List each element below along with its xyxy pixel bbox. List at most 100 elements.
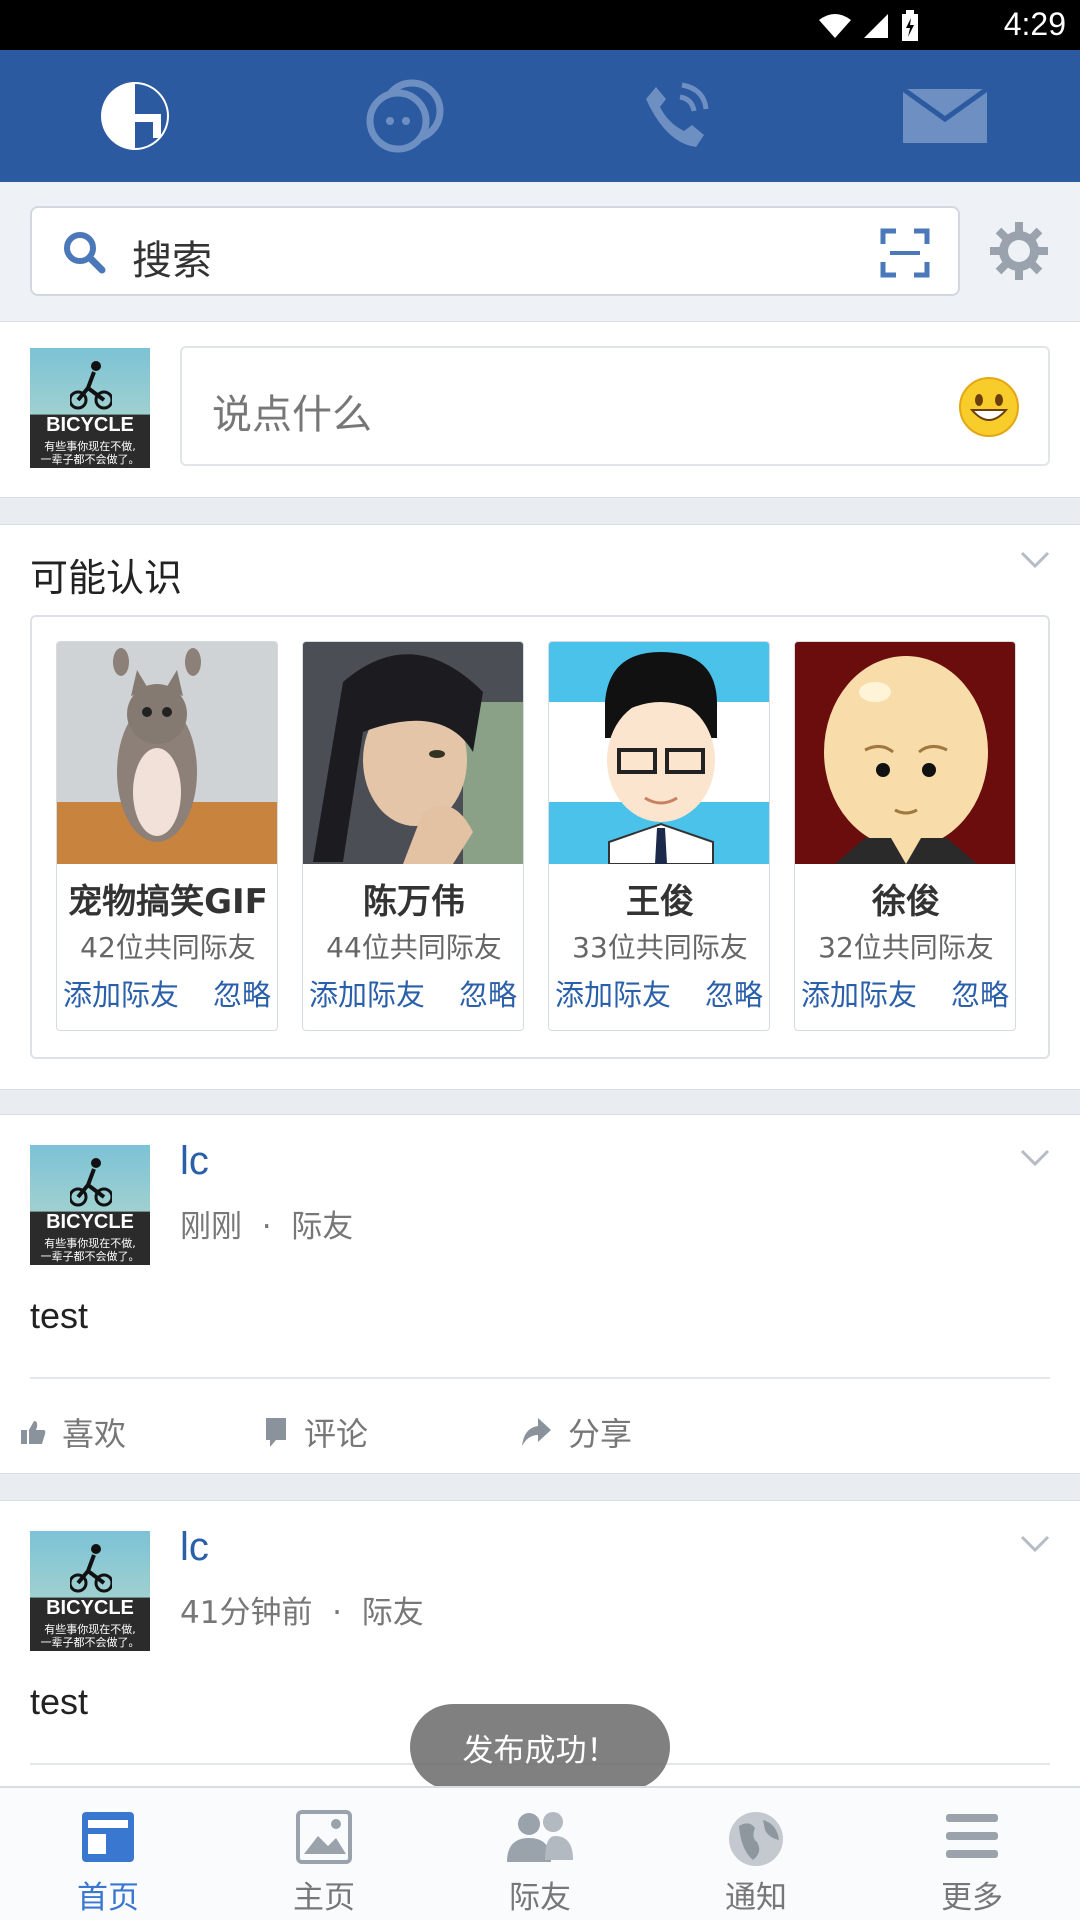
status-input[interactable]: 说点什么	[180, 346, 1050, 466]
post-content: test	[30, 1295, 89, 1336]
search-input[interactable]: 搜索	[30, 206, 960, 296]
person-photo	[303, 642, 523, 864]
nav-item-notifications[interactable]: 通知	[648, 1788, 864, 1920]
menu-icon	[946, 1814, 998, 1858]
add-friend-link[interactable]: 添加际友	[63, 972, 179, 1014]
photo-icon	[296, 1810, 352, 1864]
avatar-caption: 有些事你现在不做, 一辈子都不会做了。	[40, 1237, 140, 1263]
newsfeed-icon	[82, 1812, 134, 1862]
section-title: 可能认识	[30, 556, 183, 600]
suggestion-card[interactable]: 徐俊 32位共同际友 添加际友 忽略	[794, 641, 1016, 1031]
add-friend-link[interactable]: 添加际友	[555, 972, 671, 1014]
post-audience: 际友	[291, 1209, 354, 1245]
search-placeholder: 搜索	[132, 238, 212, 284]
search-icon	[64, 232, 106, 274]
share-arrow-icon	[522, 1418, 551, 1446]
nav-label: 通知	[725, 1880, 787, 1916]
avatar-caption: 有些事你现在不做, 一辈子都不会做了。	[40, 440, 140, 466]
suggestion-card[interactable]: 王俊 33位共同际友 添加际友 忽略	[548, 641, 770, 1031]
smiley-emoji-icon[interactable]	[958, 376, 1020, 438]
tab-mail[interactable]	[810, 50, 1080, 182]
status-bar: 4:29	[0, 0, 1080, 50]
search-bar-area: 搜索	[0, 182, 1080, 322]
post-audience: 际友	[361, 1595, 424, 1631]
mail-icon	[901, 87, 989, 143]
wifi-icon	[819, 14, 851, 38]
friends-icon	[507, 1812, 573, 1862]
battery-icon	[902, 10, 918, 41]
author-avatar[interactable]: BICYCLE 有些事你现在不做, 一辈子都不会做了。	[30, 1145, 150, 1265]
chevron-down-icon[interactable]	[1020, 1149, 1050, 1167]
like-button[interactable]: 喜欢	[20, 1409, 126, 1455]
tab-home-feed[interactable]	[0, 50, 270, 182]
nav-item-home[interactable]: 首页	[0, 1788, 216, 1920]
post-composer: BICYCLE 有些事你现在不做, 一辈子都不会做了。 说点什么	[0, 322, 1080, 498]
avatar-word: BICYCLE	[46, 1211, 134, 1233]
chevron-down-icon[interactable]	[1020, 551, 1050, 569]
status-icons	[818, 10, 920, 42]
mutual-friends: 33位共同际友	[572, 931, 748, 964]
thumbs-up-icon	[21, 1421, 46, 1444]
comment-button[interactable]: 评论	[264, 1409, 368, 1455]
author-avatar[interactable]: BICYCLE 有些事你现在不做, 一辈子都不会做了。	[30, 1531, 150, 1651]
nav-item-more[interactable]: 更多	[864, 1788, 1080, 1920]
post-meta: 41分钟前 · 际友	[180, 1595, 424, 1631]
ignore-link[interactable]: 忽略	[705, 972, 763, 1014]
phone-call-icon	[646, 82, 709, 147]
post-time: 41分钟前	[180, 1595, 313, 1631]
nav-label: 首页	[77, 1880, 139, 1916]
chevron-down-icon[interactable]	[1020, 1535, 1050, 1553]
post-actions: 喜欢 评论 分享	[0, 1379, 1080, 1479]
chat-bubbles-icon	[366, 79, 444, 153]
cat-photo	[57, 642, 277, 864]
comment-icon	[266, 1418, 286, 1447]
person-name: 徐俊	[872, 882, 940, 922]
ignore-link[interactable]: 忽略	[213, 972, 271, 1014]
globe-icon	[729, 1812, 783, 1866]
feed-post: BICYCLE 有些事你现在不做, 一辈子都不会做了。 lc 刚刚 · 际友 te…	[0, 1114, 1080, 1474]
mutual-friends: 32位共同际友	[818, 931, 994, 964]
person-name: 陈万伟	[363, 882, 465, 922]
toast-message: 发布成功！	[410, 1704, 670, 1790]
post-author[interactable]: lc	[180, 1525, 209, 1570]
qr-scan-icon[interactable]	[880, 228, 930, 278]
suggestion-cards: 宠物搞笑GIF 42位共同际友 添加际友 忽略 陈万伟 44位共同际友 添加际友…	[30, 615, 1050, 1059]
tab-calls[interactable]	[540, 50, 810, 182]
signal-icon	[864, 14, 888, 38]
ignore-link[interactable]: 忽略	[951, 972, 1009, 1014]
status-placeholder: 说点什么	[212, 392, 372, 438]
person-name: 王俊	[626, 882, 694, 922]
monk-cartoon-photo	[795, 642, 1015, 864]
add-friend-link[interactable]: 添加际友	[309, 972, 425, 1014]
add-friend-link[interactable]: 添加际友	[801, 972, 917, 1014]
avatar-caption: 有些事你现在不做, 一辈子都不会做了。	[40, 1623, 140, 1649]
share-button[interactable]: 分享	[520, 1409, 632, 1455]
post-author[interactable]: lc	[180, 1139, 209, 1184]
tab-messages[interactable]	[270, 50, 540, 182]
share-label: 分享	[568, 1415, 633, 1453]
nav-label: 际友	[509, 1880, 571, 1916]
comment-label: 评论	[304, 1415, 369, 1453]
post-meta: 刚刚 · 际友	[180, 1209, 354, 1245]
avatar[interactable]: BICYCLE 有些事你现在不做, 一辈子都不会做了。	[30, 348, 150, 468]
suggestion-card[interactable]: 陈万伟 44位共同际友 添加际友 忽略	[302, 641, 524, 1031]
ignore-link[interactable]: 忽略	[459, 972, 517, 1014]
people-you-may-know: 可能认识 宠物搞笑GIF 42位共同际友 添加际友 忽略 陈万伟 44位共同际友…	[0, 524, 1080, 1090]
post-content: test	[30, 1681, 89, 1722]
bottom-nav: 首页 主页 际友 通知 更多	[0, 1786, 1080, 1920]
like-label: 喜欢	[62, 1415, 127, 1453]
bicycle-rider-image	[70, 1544, 112, 1593]
mutual-friends: 42位共同际友	[80, 931, 256, 964]
avatar-word: BICYCLE	[46, 1597, 134, 1619]
post-time: 刚刚	[180, 1209, 242, 1245]
nav-label: 主页	[293, 1880, 355, 1916]
settings-gear-icon[interactable]	[988, 220, 1050, 282]
avatar-word: BICYCLE	[46, 414, 134, 436]
mutual-friends: 44位共同际友	[326, 931, 502, 964]
bicycle-rider-image	[70, 1158, 112, 1207]
top-nav	[0, 50, 1080, 182]
person-name: 宠物搞笑GIF	[68, 882, 268, 922]
nav-item-profile[interactable]: 主页	[216, 1788, 432, 1920]
nav-item-friends[interactable]: 际友	[432, 1788, 648, 1920]
suggestion-card[interactable]: 宠物搞笑GIF 42位共同际友 添加际友 忽略	[56, 641, 278, 1031]
